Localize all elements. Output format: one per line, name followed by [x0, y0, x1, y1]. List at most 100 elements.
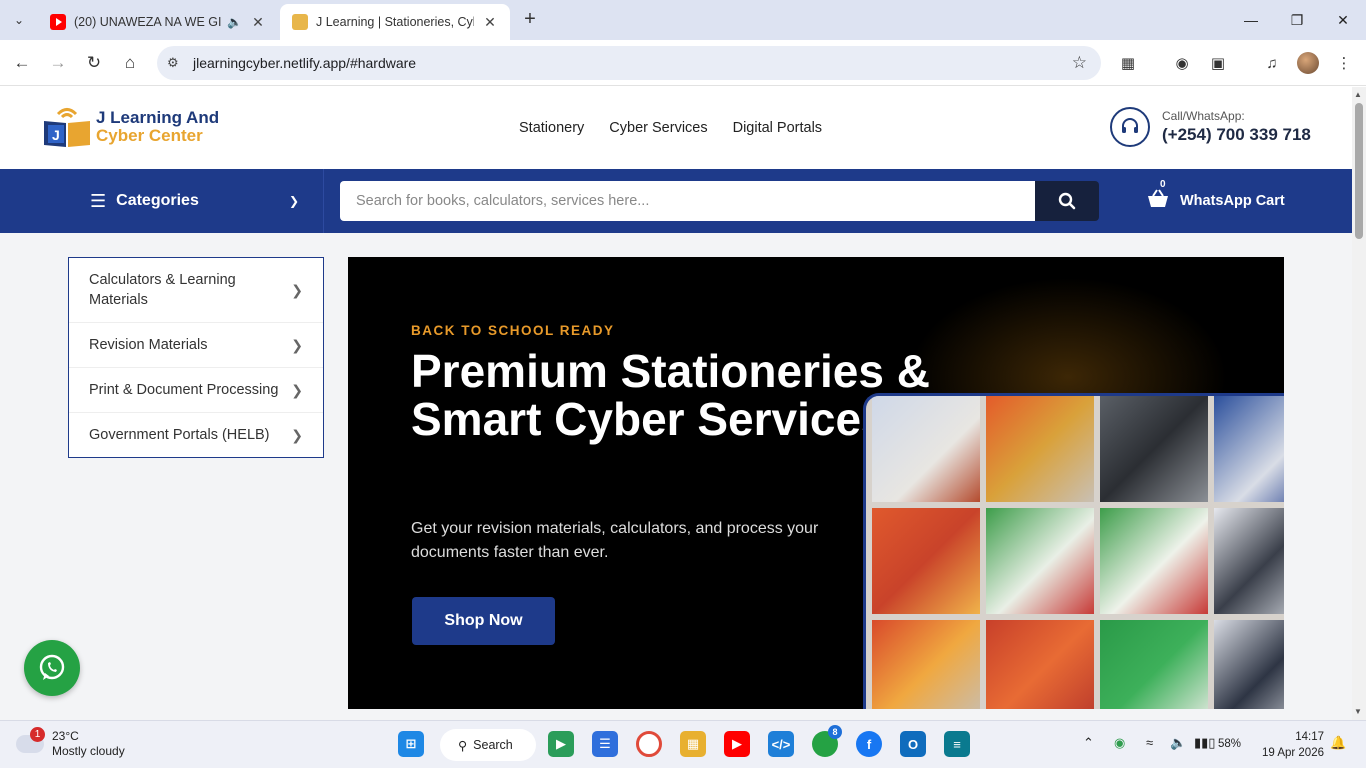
category-sidebar: Calculators & Learning Materials ❯ Revis…: [68, 257, 324, 458]
scroll-down-icon[interactable]: ▼: [1354, 707, 1362, 716]
reload-button[interactable]: ↻: [82, 51, 106, 75]
categories-label: Categories: [116, 192, 199, 209]
sidebar-item-print[interactable]: Print & Document Processing ❯: [69, 368, 323, 413]
outlook-icon[interactable]: O: [900, 731, 926, 757]
close-window-button[interactable]: ✕: [1320, 0, 1366, 40]
bookmark-star-icon[interactable]: ☆: [1072, 53, 1087, 73]
new-tab-button[interactable]: +: [518, 8, 542, 32]
tab-title: (20) UNAWEZA NA WE GIVE: [74, 15, 222, 29]
maximize-button[interactable]: ❐: [1274, 0, 1320, 40]
book-logo-icon: J: [42, 105, 92, 149]
battery-icon[interactable]: ▮▮▯: [1194, 735, 1215, 751]
battery-percent: 58%: [1218, 738, 1242, 750]
system-clock[interactable]: 14:17 19 Apr 2026: [1262, 729, 1324, 761]
hamburger-icon: ☰: [90, 190, 107, 211]
nav-cyber-services[interactable]: Cyber Services: [609, 120, 707, 136]
search-input[interactable]: [340, 181, 1035, 221]
wifi-icon[interactable]: ≈: [1146, 735, 1153, 750]
browser-tab-bar: ⌄ (20) UNAWEZA NA WE GIVE 🔈 ✕ J Learning…: [0, 0, 1366, 40]
scroll-up-icon[interactable]: ▲: [1354, 90, 1362, 99]
cart-count-badge: 0: [1160, 179, 1166, 190]
media-controls-icon[interactable]: ♫: [1260, 51, 1284, 75]
incognito-icon[interactable]: ◉: [1170, 51, 1194, 75]
tab-jlearning[interactable]: J Learning | Stationeries, Cyber ✕: [280, 4, 510, 40]
facebook-icon[interactable]: f: [856, 731, 882, 757]
tab-youtube[interactable]: (20) UNAWEZA NA WE GIVE 🔈 ✕: [38, 4, 278, 40]
nav-stationery[interactable]: Stationery: [519, 120, 584, 136]
site-info-icon[interactable]: ⚙: [167, 55, 185, 71]
browser-toolbar: ← → ↻ ⌂ ⚙ jlearningcyber.netlify.app/#ha…: [0, 40, 1366, 86]
google-play-icon[interactable]: ▶: [548, 731, 574, 757]
url-text[interactable]: jlearningcyber.netlify.app/#hardware: [193, 55, 416, 71]
sidebar-item-label: Government Portals (HELB): [89, 427, 270, 443]
chevron-right-icon: ❯: [291, 337, 303, 353]
vscode-icon[interactable]: </>: [768, 731, 794, 757]
categories-toggle[interactable]: ☰ Categories ❯: [70, 169, 324, 233]
address-bar[interactable]: ⚙ jlearningcyber.netlify.app/#hardware ☆: [157, 46, 1101, 80]
forward-button[interactable]: →: [46, 51, 70, 75]
nav-digital-portals[interactable]: Digital Portals: [733, 120, 822, 136]
sidebar-item-revision[interactable]: Revision Materials ❯: [69, 323, 323, 368]
clock-time: 14:17: [1295, 731, 1324, 743]
chevron-right-icon: ❯: [291, 282, 303, 298]
cisco-icon[interactable]: ≡: [944, 731, 970, 757]
volume-icon[interactable]: 🔈: [1170, 735, 1186, 751]
shop-now-button[interactable]: Shop Now: [412, 597, 555, 645]
headset-icon: [1110, 107, 1150, 147]
tab-title: J Learning | Stationeries, Cyber: [316, 15, 474, 29]
temperature: 23°C: [52, 729, 79, 743]
weather-condition: Mostly cloudy: [52, 744, 125, 758]
sidebar-item-government-portals[interactable]: Government Portals (HELB) ❯: [69, 413, 323, 457]
products-photo: [863, 393, 1284, 709]
chrome-menu-icon[interactable]: ⋮: [1332, 51, 1356, 75]
weather-widget[interactable]: 1 23°C Mostly cloudy: [16, 727, 125, 759]
home-button[interactable]: ⌂: [118, 51, 142, 75]
chrome-icon[interactable]: [636, 731, 662, 757]
screenshot-icon[interactable]: ▣: [1206, 51, 1230, 75]
logo-line-1: J Learning And: [96, 108, 220, 127]
file-explorer-icon[interactable]: ▦: [680, 731, 706, 757]
cart-label: WhatsApp Cart: [1180, 193, 1285, 209]
clock-date: 19 Apr 2026: [1261, 747, 1324, 759]
tray-chevron-up-icon[interactable]: ⌃: [1083, 735, 1094, 751]
svg-text:J: J: [52, 127, 60, 143]
search-button[interactable]: [1035, 181, 1099, 221]
search-bar-strip: ☰ Categories ❯ 0 WhatsApp Cart: [0, 169, 1352, 233]
contact-number[interactable]: (+254) 700 339 718: [1162, 125, 1311, 145]
extensions-icon[interactable]: ▦: [1116, 51, 1140, 75]
sidebar-item-calculators[interactable]: Calculators & Learning Materials ❯: [69, 258, 323, 323]
search-icon: [1058, 192, 1076, 210]
youtube-icon[interactable]: ▶: [724, 731, 750, 757]
notepad-icon[interactable]: ☰: [592, 731, 618, 757]
minimize-button[interactable]: —: [1228, 0, 1274, 40]
security-shield-icon[interactable]: ◉: [1114, 735, 1125, 751]
basket-icon: 0: [1146, 179, 1170, 215]
notifications-bell-icon[interactable]: 🔔: [1330, 735, 1346, 751]
scrollbar-thumb[interactable]: [1355, 103, 1363, 239]
tab-search-chevron-icon[interactable]: ⌄: [6, 8, 32, 32]
sidebar-item-label: Revision Materials: [89, 337, 208, 353]
close-tab-icon[interactable]: ✕: [482, 14, 498, 31]
hero-eyebrow: BACK TO SCHOOL READY: [411, 323, 615, 338]
whatsapp-badge: 8: [828, 725, 842, 739]
back-button[interactable]: ←: [10, 51, 34, 75]
search-label: Search: [473, 738, 513, 752]
taskbar-search[interactable]: ⚲ Search: [440, 729, 536, 761]
hero-subtext: Get your revision materials, calculators…: [411, 520, 819, 561]
contact-block[interactable]: Call/WhatsApp: (+254) 700 339 718: [1110, 107, 1311, 147]
chevron-right-icon: ❯: [291, 427, 303, 443]
site-logo[interactable]: J J Learning And Cyber Center: [42, 105, 219, 149]
speaker-icon[interactable]: 🔈: [227, 15, 242, 29]
contact-label: Call/WhatsApp:: [1162, 109, 1245, 123]
page-scrollbar[interactable]: ▲ ▼: [1352, 87, 1366, 720]
youtube-favicon-icon: [50, 14, 66, 30]
start-windows-icon[interactable]: ⊞: [398, 731, 424, 757]
whatsapp-float-button[interactable]: [24, 640, 80, 696]
search-icon: ⚲: [458, 738, 468, 753]
weather-alert-badge: 1: [30, 727, 45, 742]
whatsapp-cart-button[interactable]: 0 WhatsApp Cart: [1146, 179, 1285, 217]
profile-avatar[interactable]: [1297, 52, 1319, 74]
whatsapp-taskbar-icon[interactable]: 8: [812, 725, 842, 757]
close-tab-icon[interactable]: ✕: [250, 14, 266, 31]
site-header: J J Learning And Cyber Center Stationery…: [0, 87, 1352, 169]
